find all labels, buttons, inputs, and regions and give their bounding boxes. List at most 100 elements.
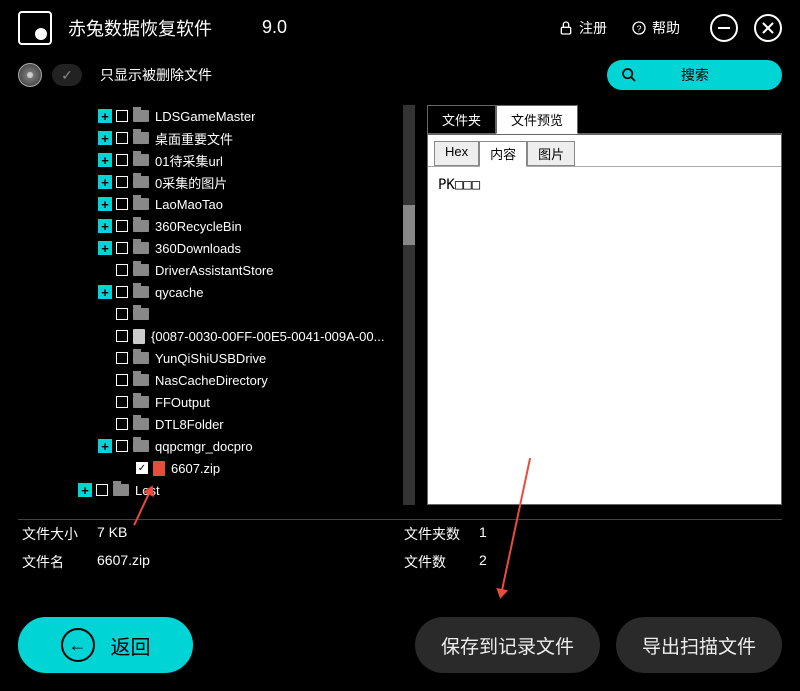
tree-item-label: LaoMaoTao	[155, 197, 223, 212]
tree-item[interactable]: +Lost	[18, 479, 415, 501]
checkbox[interactable]	[116, 352, 128, 364]
tree-item[interactable]	[18, 303, 415, 325]
toggle-button[interactable]: ✓	[52, 64, 82, 86]
checkbox[interactable]	[116, 440, 128, 452]
tree-scrollbar[interactable]	[403, 105, 415, 505]
tab-preview[interactable]: 文件预览	[496, 105, 578, 134]
tree-item[interactable]: YunQiShiUSBDrive	[18, 347, 415, 369]
expand-icon[interactable]: +	[98, 439, 112, 453]
checkbox[interactable]	[116, 308, 128, 320]
help-icon: ?	[631, 20, 647, 36]
tree-item-label: FFOutput	[155, 395, 210, 410]
folder-icon	[133, 440, 149, 452]
folder-icon	[113, 484, 129, 496]
filename-label: 文件名	[22, 552, 97, 572]
tree-item-label: NasCacheDirectory	[155, 373, 268, 388]
help-button[interactable]: ? 帮助	[631, 18, 680, 38]
tree-item[interactable]: DriverAssistantStore	[18, 259, 415, 281]
search-icon	[621, 67, 637, 83]
search-button[interactable]: 搜索	[607, 60, 782, 90]
preview-panel: Hex 内容 图片 PK□□□	[427, 134, 782, 505]
back-button[interactable]: ← 返回	[18, 617, 193, 673]
checkbox[interactable]	[116, 396, 128, 408]
back-arrow-icon: ←	[61, 628, 95, 662]
tree-item[interactable]: + LDSGameMaster	[18, 105, 415, 127]
expand-icon[interactable]: +	[78, 483, 92, 497]
register-button[interactable]: 注册	[558, 18, 607, 38]
checkbox[interactable]	[116, 330, 128, 342]
expand-icon[interactable]: +	[98, 197, 112, 211]
tree-item[interactable]: + 桌面重要文件	[18, 127, 415, 149]
tree-item[interactable]: + qycache	[18, 281, 415, 303]
tree-item[interactable]: {0087-0030-00FF-00E5-0041-009A-00...	[18, 325, 415, 347]
tree-item-label: 360RecycleBin	[155, 219, 242, 234]
checkbox[interactable]	[116, 374, 128, 386]
checkbox[interactable]	[116, 110, 128, 122]
tab-folder[interactable]: 文件夹	[427, 105, 496, 134]
folder-icon	[133, 264, 149, 276]
folder-icon	[133, 198, 149, 210]
folder-icon	[133, 242, 149, 254]
tree-item[interactable]: +qqpcmgr_docpro	[18, 435, 415, 457]
folder-icon	[133, 286, 149, 298]
tree-item-label: 01待采集url	[155, 151, 223, 170]
subtab-content[interactable]: 内容	[479, 141, 527, 167]
checkbox[interactable]	[116, 286, 128, 298]
scrollbar-thumb[interactable]	[403, 205, 415, 245]
folder-icon	[133, 176, 149, 188]
register-label: 注册	[579, 18, 607, 38]
tree-item-label: DTL8Folder	[155, 417, 224, 432]
checkbox[interactable]	[116, 176, 128, 188]
filecount-label: 文件数	[404, 552, 479, 572]
app-version: 9.0	[262, 17, 287, 38]
tree-item[interactable]: ✓6607.zip	[18, 457, 415, 479]
close-button[interactable]	[754, 14, 782, 42]
tree-item[interactable]: NasCacheDirectory	[18, 369, 415, 391]
subtab-hex[interactable]: Hex	[434, 141, 479, 166]
app-logo-icon	[18, 11, 52, 45]
folder-icon	[133, 308, 149, 320]
file-icon	[133, 329, 145, 344]
checkbox[interactable]	[96, 484, 108, 496]
deleted-only-label: 只显示被删除文件	[100, 65, 212, 85]
tree-item[interactable]: +01待采集url	[18, 149, 415, 171]
expand-icon[interactable]: +	[98, 131, 112, 145]
subtab-image[interactable]: 图片	[527, 141, 575, 166]
checkbox[interactable]	[116, 220, 128, 232]
expand-icon[interactable]: +	[98, 285, 112, 299]
expand-icon[interactable]: +	[98, 175, 112, 189]
expand-icon[interactable]: +	[98, 241, 112, 255]
tree-item[interactable]: DTL8Folder	[18, 413, 415, 435]
save-record-button[interactable]: 保存到记录文件	[415, 617, 600, 673]
file-tree: +LDSGameMaster+桌面重要文件+01待采集url+0采集的图片+La…	[18, 105, 415, 505]
expand-icon[interactable]: +	[98, 109, 112, 123]
checkbox[interactable]	[116, 264, 128, 276]
export-scan-button[interactable]: 导出扫描文件	[616, 617, 782, 673]
tree-item[interactable]: + LaoMaoTao	[18, 193, 415, 215]
expand-icon[interactable]: +	[98, 153, 112, 167]
tree-item-label: {0087-0030-00FF-00E5-0041-009A-00...	[151, 329, 384, 344]
checkbox[interactable]	[116, 132, 128, 144]
tree-item[interactable]: +0采集的图片	[18, 171, 415, 193]
checkbox[interactable]	[116, 154, 128, 166]
folder-icon	[133, 110, 149, 122]
folder-icon	[133, 220, 149, 232]
tree-item[interactable]: +360Downloads	[18, 237, 415, 259]
tree-item[interactable]: FFOutput	[18, 391, 415, 413]
checkbox[interactable]	[116, 198, 128, 210]
expand-icon[interactable]: +	[98, 219, 112, 233]
folder-icon	[133, 418, 149, 430]
close-icon	[762, 22, 774, 34]
filecount-value: 2	[479, 552, 487, 572]
checkbox[interactable]	[116, 242, 128, 254]
tree-item-label: 桌面重要文件	[155, 129, 233, 148]
tree-item-label: LDSGameMaster	[155, 109, 255, 124]
toolbar: ✓ 只显示被删除文件 搜索	[0, 55, 800, 95]
tree-item-label: qycache	[155, 285, 203, 300]
checkbox[interactable]	[116, 418, 128, 430]
filesize-value: 7 KB	[97, 524, 127, 544]
minimize-button[interactable]	[710, 14, 738, 42]
tree-item[interactable]: +360RecycleBin	[18, 215, 415, 237]
help-label: 帮助	[652, 18, 680, 38]
checkbox[interactable]: ✓	[136, 462, 148, 474]
